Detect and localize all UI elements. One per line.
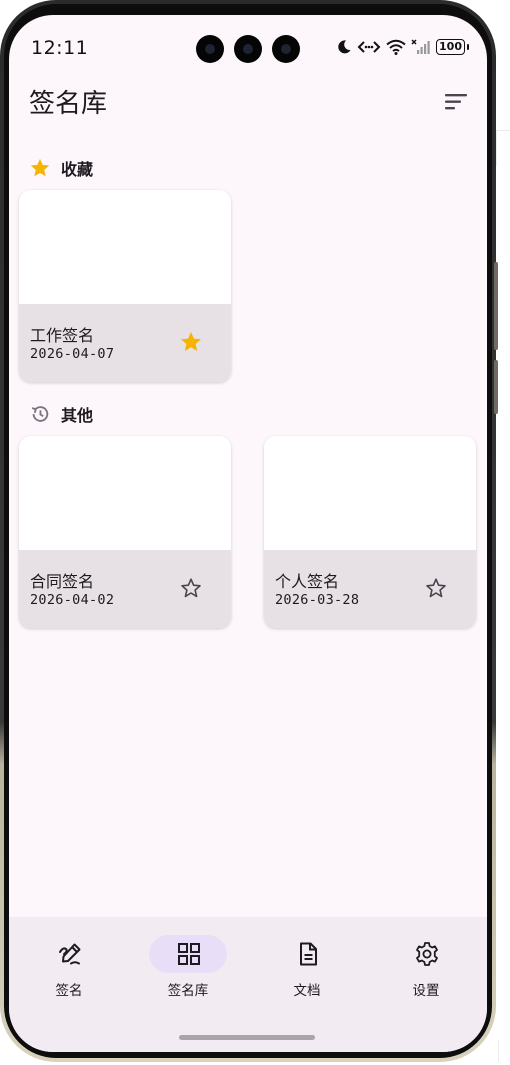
camera-lens-1 [196,35,224,63]
star-outline-icon [181,578,201,598]
favorites-label: 收藏 [61,160,94,179]
star-filled-icon [181,332,201,351]
volume-button [494,262,498,350]
signature-card[interactable]: 合同签名 2026-04-02 [19,436,231,628]
wifi-icon [386,39,406,55]
card-title: 合同签名 [30,572,95,591]
nav-label: 签名 [55,983,83,999]
nav-item-library[interactable]: 签名库 [128,917,228,1007]
status-bar: 12:11 100 [9,15,487,75]
card-date: 2026-04-07 [30,346,115,362]
signature-preview [264,436,476,550]
card-date: 2026-03-28 [275,592,360,608]
favorite-toggle[interactable] [179,330,203,354]
card-footer: 合同签名 2026-04-02 [19,550,231,628]
battery-indicator: 100 [436,39,469,55]
signature-preview [19,190,231,304]
card-title: 工作签名 [30,326,95,345]
status-time: 12:11 [31,37,89,59]
star-icon [30,158,50,177]
data-transfer-icon [357,41,381,53]
others-label: 其他 [61,406,94,425]
card-footer: 个人签名 2026-03-28 [264,550,476,628]
sort-icon [445,94,467,110]
card-title: 个人签名 [275,572,340,591]
cellular-signal-icon [411,39,430,54]
gear-icon [416,942,438,966]
signature-card[interactable]: 个人签名 2026-03-28 [264,436,476,628]
camera-lens-2 [234,35,262,63]
card-date: 2026-04-02 [30,592,115,608]
gesture-navigation-bar[interactable] [179,1035,315,1040]
app-screen: 12:11 100 签名库 收藏 工作签名 2026-04-07 其他 合同签名… [9,15,487,1052]
signature-card[interactable]: 工作签名 2026-04-07 [19,190,231,382]
sort-button[interactable] [439,87,475,117]
favorite-toggle[interactable] [179,576,203,600]
background-window-edge [496,130,510,166]
favorite-toggle[interactable] [424,576,448,600]
star-outline-icon [426,578,446,598]
nav-label: 签名库 [167,983,209,999]
nav-item-documents[interactable]: 文档 [247,917,347,1007]
signature-preview [19,436,231,550]
signature-icon [59,943,81,965]
document-icon [300,942,317,966]
grid-icon [178,943,200,965]
card-footer: 工作签名 2026-04-07 [19,304,231,382]
power-button [494,360,498,414]
favorites-section-header: 收藏 [29,156,93,180]
history-icon [31,406,49,422]
background-window-edge-bottom [498,1040,510,1062]
bottom-navigation: 签名 签名库 文档 设置 [9,917,487,1052]
status-icons: 100 [336,39,469,55]
page-title: 签名库 [29,89,108,119]
do-not-disturb-moon-icon [338,40,351,54]
nav-item-settings[interactable]: 设置 [366,917,466,1007]
nav-item-signature[interactable]: 签名 [9,917,109,1007]
nav-label: 设置 [412,983,440,999]
nav-label: 文档 [293,983,321,999]
others-section-header: 其他 [29,402,93,426]
camera-lens-3 [272,35,300,63]
